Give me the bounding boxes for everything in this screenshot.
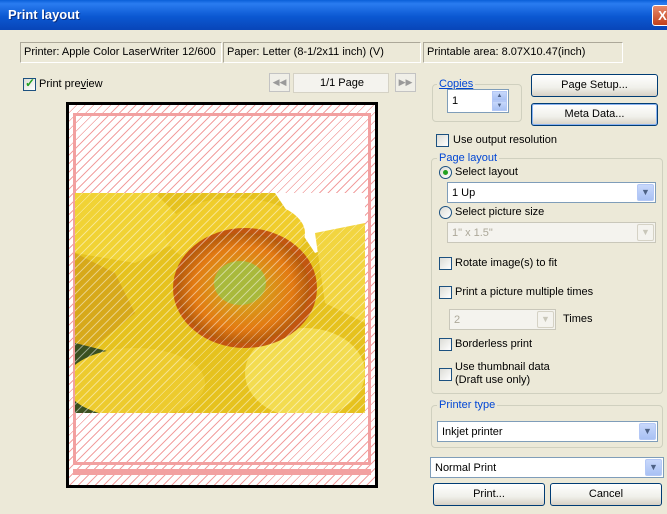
borderless-print-label[interactable]: Borderless print <box>455 338 532 350</box>
times-value: 2 <box>454 314 461 326</box>
thumbnail-data-label[interactable]: Use thumbnail data <box>455 361 550 373</box>
select-picture-size-radio[interactable] <box>439 206 452 219</box>
picture-size-select[interactable]: 1" x 1.5" ▼ <box>447 222 656 243</box>
page-layout-label: Page layout <box>437 152 500 164</box>
chevron-down-icon[interactable]: ▼ <box>537 311 554 328</box>
print-multiple-label[interactable]: Print a picture multiple times <box>455 286 593 298</box>
copies-arrows[interactable]: ▲ ▼ <box>492 91 507 111</box>
fast-forward-icon: ▶▶ <box>398 77 413 87</box>
close-icon: X <box>658 8 667 23</box>
print-preview-checkbox[interactable] <box>23 76 36 91</box>
use-output-resolution-label[interactable]: Use output resolution <box>453 134 557 146</box>
use-output-resolution-checkbox[interactable] <box>436 134 449 147</box>
first-page-button[interactable]: ◀◀ <box>269 73 290 92</box>
printer-type-select[interactable]: Inkjet printer ▼ <box>437 421 658 442</box>
increment-icon[interactable]: ▲ <box>492 91 507 101</box>
copies-value: 1 <box>452 95 459 107</box>
cancel-button[interactable]: Cancel <box>550 483 662 506</box>
window-title: Print layout <box>8 7 80 22</box>
print-preview-label[interactable]: Print preview <box>39 78 103 90</box>
thumbnail-data-checkbox[interactable] <box>439 368 452 381</box>
chevron-down-icon[interactable]: ▼ <box>639 423 656 440</box>
meta-data-button[interactable]: Meta Data... <box>531 103 658 126</box>
layout-value: 1 Up <box>452 187 476 199</box>
printable-area-bottom <box>73 469 371 475</box>
rotate-image-checkbox[interactable] <box>439 257 452 270</box>
select-layout-label[interactable]: Select layout <box>455 166 518 178</box>
chevron-down-icon[interactable]: ▼ <box>637 224 654 241</box>
printer-type-label: Printer type <box>437 399 498 411</box>
picture-size-value: 1" x 1.5" <box>452 227 493 239</box>
print-multiple-checkbox[interactable] <box>439 286 452 299</box>
printer-type-value: Inkjet printer <box>442 426 503 438</box>
chevron-down-icon[interactable]: ▼ <box>637 184 654 201</box>
paper-info: Paper: Letter (8-1/2x11 inch) (V) <box>223 42 421 63</box>
print-mode-value: Normal Print <box>435 462 497 474</box>
rotate-image-label[interactable]: Rotate image(s) to fit <box>455 257 557 269</box>
rewind-icon: ◀◀ <box>272 77 287 87</box>
print-preview-area <box>66 102 378 488</box>
select-layout-radio[interactable] <box>439 166 452 179</box>
title-bar: Print layout X <box>0 0 667 30</box>
print-button[interactable]: Print... <box>433 483 545 506</box>
preview-image <box>75 193 365 413</box>
page-indicator: 1/1 Page <box>293 73 389 93</box>
decrement-icon[interactable]: ▼ <box>492 101 507 111</box>
layout-select[interactable]: 1 Up ▼ <box>447 182 656 203</box>
times-label: Times <box>563 313 593 325</box>
thumbnail-data-sublabel: (Draft use only) <box>455 374 531 386</box>
printer-info: Printer: Apple Color LaserWriter 12/600 <box>20 42 222 63</box>
borderless-print-checkbox[interactable] <box>439 338 452 351</box>
close-button[interactable]: X <box>652 5 667 26</box>
print-mode-select[interactable]: Normal Print ▼ <box>430 457 664 478</box>
page-setup-button[interactable]: Page Setup... <box>531 74 658 97</box>
chevron-down-icon[interactable]: ▼ <box>645 459 662 476</box>
next-page-button[interactable]: ▶▶ <box>395 73 416 92</box>
copies-spinner[interactable]: 1 ▲ ▼ <box>447 89 509 113</box>
image-hatch-overlay <box>75 193 365 413</box>
select-picture-size-label[interactable]: Select picture size <box>455 206 544 218</box>
times-select[interactable]: 2 ▼ <box>449 309 556 330</box>
printable-area-info: Printable area: 8.07X10.47(inch) <box>423 42 623 63</box>
